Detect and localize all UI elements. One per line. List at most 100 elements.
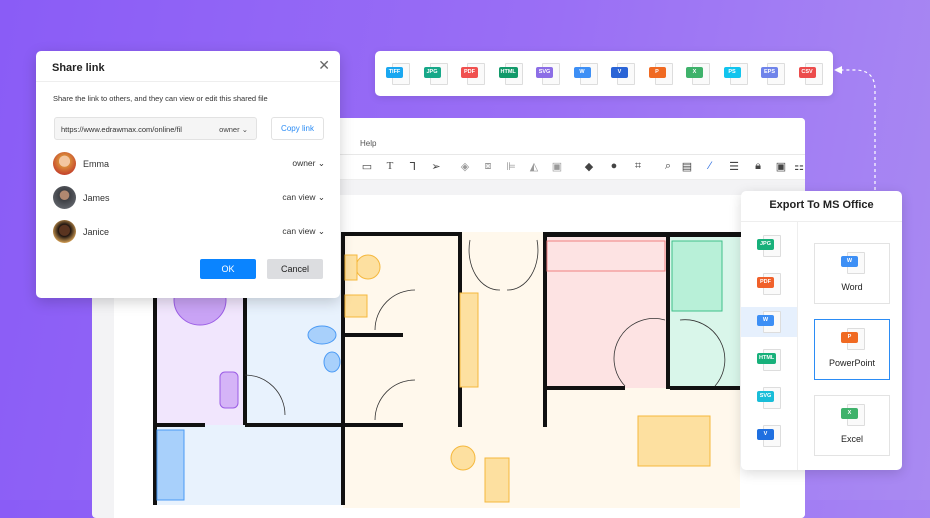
link-permission-select[interactable]: owner ⌄: [219, 125, 248, 134]
role-value: can view: [282, 192, 316, 202]
w-file-icon: W: [757, 311, 783, 333]
group-icon[interactable]: ⧈: [481, 160, 495, 173]
ps-file-icon[interactable]: PS: [723, 63, 750, 85]
eps-file-icon[interactable]: EPS: [761, 63, 787, 85]
divider: [36, 81, 340, 82]
pointer-icon[interactable]: ➢: [429, 160, 443, 173]
format-label: SVG: [536, 67, 553, 78]
search-icon[interactable]: ⌕: [661, 160, 675, 173]
p-file-icon: P: [841, 328, 867, 350]
size-icon[interactable]: ▣: [550, 160, 564, 173]
export-ms-office-panel: Export To MS Office JPG PDF W HTML SVG V W Wor…: [741, 191, 902, 470]
copy-link-button[interactable]: Copy link: [271, 117, 324, 140]
p-file-icon[interactable]: P: [648, 63, 675, 85]
user-row: Janice can view ⌄: [53, 220, 325, 244]
user-name: Emma: [83, 159, 110, 169]
connector-icon[interactable]: ⅂: [406, 160, 420, 173]
side-format-item[interactable]: JPG: [741, 231, 797, 261]
jpg-file-icon: JPG: [757, 235, 783, 257]
side-format-item[interactable]: SVG: [741, 383, 797, 413]
line-color-icon[interactable]: ⁄: [703, 160, 717, 172]
side-format-item[interactable]: HTML: [741, 345, 797, 375]
line-style-icon[interactable]: ☰: [727, 160, 741, 173]
format-label: X: [841, 408, 858, 419]
svg-file-icon[interactable]: SVG: [536, 63, 562, 85]
rectangle-icon[interactable]: ▭: [360, 160, 374, 173]
role-select[interactable]: can view ⌄: [282, 192, 325, 203]
svg-file-icon: SVG: [757, 387, 783, 409]
export-option-powerpoint[interactable]: P PowerPoint: [814, 319, 890, 380]
format-label: V: [611, 67, 628, 78]
close-icon[interactable]: ✕: [318, 57, 330, 74]
user-name: James: [83, 193, 110, 203]
avatar: [53, 220, 76, 243]
w-file-icon[interactable]: W: [573, 63, 600, 85]
frame-icon[interactable]: ▣: [774, 160, 788, 173]
shadow-icon[interactable]: ●: [607, 160, 621, 172]
format-label: PDF: [461, 67, 478, 78]
dialog-title: Share link: [52, 62, 105, 74]
permission-value: owner: [219, 125, 240, 134]
user-row: Emma owner ⌄: [53, 152, 325, 176]
role-select[interactable]: can view ⌄: [282, 226, 325, 237]
align-icon[interactable]: ⊫: [504, 160, 518, 173]
format-label: V: [757, 429, 774, 440]
role-select[interactable]: owner ⌄: [292, 158, 325, 169]
export-formats-bar: TIFF JPG PDF HTML SVG W V P X PS EPS CSV: [375, 51, 833, 96]
role-value: can view: [282, 226, 316, 236]
chevron-down-icon: ⌄: [317, 158, 325, 168]
side-format-item[interactable]: W: [741, 307, 797, 337]
panel-title: Export To MS Office: [769, 199, 874, 211]
share-link-input[interactable]: https://www.edrawmax.com/online/fil owne…: [54, 117, 257, 140]
divider: [797, 221, 798, 470]
cancel-button[interactable]: Cancel: [267, 259, 323, 279]
csv-file-icon[interactable]: CSV: [798, 63, 825, 85]
format-label: TIFF: [386, 67, 403, 78]
format-label: HTML: [498, 67, 518, 78]
format-label: CSV: [798, 67, 816, 78]
v-file-icon: V: [757, 425, 783, 447]
user-name: Janice: [83, 227, 110, 237]
format-label: P: [648, 67, 666, 78]
flip-icon[interactable]: ◭: [527, 160, 541, 173]
jpg-file-icon[interactable]: JPG: [423, 63, 450, 85]
lock-icon[interactable]: 🔒︎: [751, 160, 765, 173]
share-link-dialog: Share link ✕ Share the link to others, a…: [36, 51, 340, 298]
ok-button[interactable]: OK: [200, 259, 256, 279]
avatar: [53, 152, 76, 175]
format-label: SVG: [757, 391, 774, 402]
tiff-file-icon[interactable]: TIFF: [386, 63, 412, 85]
avatar: [53, 186, 76, 209]
format-label: JPG: [757, 239, 774, 250]
export-option-word[interactable]: W Word: [814, 243, 890, 304]
format-label: W: [757, 315, 774, 326]
side-format-item[interactable]: PDF: [741, 269, 797, 299]
x-file-icon[interactable]: X: [686, 63, 712, 85]
pdf-file-icon: PDF: [757, 273, 783, 295]
dashed-arrow: [834, 66, 876, 190]
format-label: W: [573, 67, 591, 78]
crop-icon[interactable]: ⌗: [631, 160, 645, 173]
option-label: PowerPoint: [828, 358, 876, 368]
pdf-file-icon[interactable]: PDF: [461, 63, 487, 85]
fill-icon[interactable]: ◆: [582, 160, 596, 173]
format-label: HTML: [757, 353, 777, 364]
chevron-down-icon: ⌄: [241, 125, 248, 134]
side-format-item[interactable]: V: [741, 421, 797, 451]
menu-help[interactable]: Help: [360, 139, 376, 148]
divider: [741, 221, 902, 222]
table-icon[interactable]: ▤: [680, 160, 694, 173]
layers-icon[interactable]: ◈: [458, 160, 472, 173]
html-file-icon[interactable]: HTML: [498, 63, 525, 85]
html-file-icon: HTML: [757, 349, 783, 371]
option-label: Excel: [840, 434, 863, 444]
export-option-excel[interactable]: X Excel: [814, 395, 890, 456]
text-icon[interactable]: T: [383, 160, 397, 172]
format-label: P: [841, 332, 858, 343]
format-label: PDF: [757, 277, 774, 288]
v-file-icon[interactable]: V: [611, 63, 637, 85]
format-label: PS: [723, 67, 741, 78]
format-label: EPS: [761, 67, 778, 78]
more-icon[interactable]: ⚏: [792, 160, 805, 173]
user-row: James can view ⌄: [53, 186, 325, 210]
